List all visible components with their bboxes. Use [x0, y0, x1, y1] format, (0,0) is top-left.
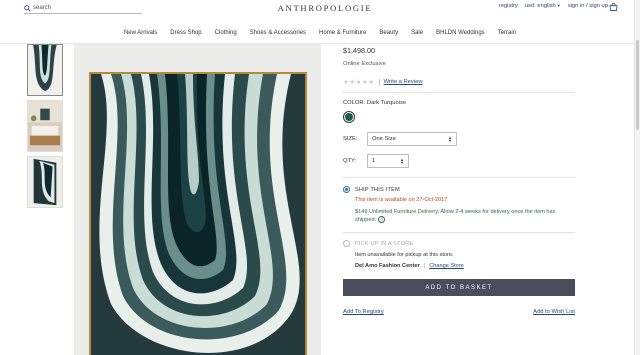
- nav-home-furniture[interactable]: Home & Furniture: [313, 30, 373, 36]
- chevron-down-icon: ▼: [556, 3, 561, 8]
- store-separator: |: [423, 263, 426, 269]
- radio-dot: [345, 188, 348, 191]
- nav-bhldn-weddings[interactable]: BHLDN Weddings: [430, 30, 492, 36]
- thumbnail-1[interactable]: [27, 44, 63, 96]
- select-arrows-icon: ▲ ▼: [448, 135, 452, 143]
- thumbnail-list: [27, 44, 63, 212]
- size-select[interactable]: One Size ▲ ▼: [367, 132, 457, 146]
- star-rating-icon: ★★★★★: [343, 79, 375, 86]
- product-price: $1,498.00: [343, 46, 375, 55]
- registry-link[interactable]: registry: [499, 3, 518, 9]
- color-label: COLOR: Dark Turquoise: [343, 100, 407, 106]
- qty-value: 1: [372, 158, 376, 164]
- write-review-link[interactable]: Write a Review: [384, 79, 423, 85]
- add-to-registry-link[interactable]: Add To Registry: [343, 309, 384, 315]
- currency-label: usd: english: [524, 3, 556, 9]
- delivery-text: $149 Unlimited Furniture Delivery. Allow…: [355, 208, 577, 224]
- thumbnail-image: [28, 45, 62, 95]
- agate-artwork: [91, 74, 305, 355]
- nav-clothing[interactable]: Clothing: [208, 30, 243, 36]
- online-exclusive-label: Online Exclusive: [343, 61, 386, 67]
- site-header: search ANTHROPOLOGIE registry usd: engli…: [0, 0, 640, 44]
- pickup-radio-row[interactable]: PICK UP IN A STORE: [343, 240, 579, 247]
- size-row: SIZE: One Size ▲ ▼: [343, 132, 579, 146]
- scrollbar[interactable]: [634, 0, 640, 355]
- nav-dress-shop[interactable]: Dress Shop: [164, 30, 208, 36]
- shopping-bag-icon[interactable]: [609, 3, 618, 11]
- color-swatch-selected[interactable]: [343, 111, 355, 123]
- thumbnail-3[interactable]: [27, 156, 63, 208]
- brand-logo[interactable]: ANTHROPOLOGIE: [270, 3, 380, 13]
- divider: [343, 92, 575, 93]
- nav-new-arrivals[interactable]: New Arrivals: [117, 30, 163, 36]
- nav-beauty[interactable]: Beauty: [373, 30, 405, 36]
- qty-label: QTY:: [343, 158, 357, 164]
- nav-sale[interactable]: Sale: [405, 30, 430, 36]
- pickup-radio[interactable]: [343, 240, 350, 247]
- divider: [343, 232, 575, 233]
- size-value: One Size: [372, 136, 396, 142]
- rating-row: ★★★★★ Write a Review: [343, 78, 579, 86]
- ship-option: SHIP THIS ITEM This item is available on…: [343, 186, 579, 224]
- search-placeholder: search: [33, 5, 52, 11]
- store-row: Del Amo Fashion Center | Change Store: [355, 263, 579, 269]
- qty-row: QTY: 1 ▲ ▼: [343, 154, 579, 168]
- ship-radio[interactable]: [343, 186, 350, 193]
- pickup-option: PICK UP IN A STORE Item unavailable for …: [343, 240, 579, 269]
- add-to-basket-button[interactable]: ADD TO BASKET: [343, 279, 575, 296]
- utility-links: registry usd: english▼ sign in / sign up: [499, 3, 608, 9]
- store-name: Del Amo Fashion Center: [355, 263, 420, 269]
- framed-agate-art: [89, 72, 307, 355]
- divider: [343, 177, 575, 178]
- swatch-dark-turquoise: [345, 113, 353, 121]
- ship-radio-row[interactable]: SHIP THIS ITEM: [343, 186, 579, 193]
- help-icon[interactable]: ?: [378, 216, 386, 224]
- pickup-note: Item unavailable for pickup at this stor…: [355, 252, 454, 258]
- secondary-actions: Add To Registry Add to Wish List: [343, 309, 575, 315]
- search-input[interactable]: search: [24, 3, 142, 14]
- thumbnail-image: [28, 157, 62, 207]
- availability-text: This item is available on 27-Oct-2017: [355, 197, 448, 203]
- select-arrows-icon: ▲ ▼: [400, 157, 404, 165]
- product-details: $1,498.00 Online Exclusive ★★★★★ Write a…: [343, 44, 579, 315]
- search-icon: [24, 4, 31, 12]
- nav-shoes-accessories[interactable]: Shoes & Accessories: [243, 30, 312, 36]
- divider: [378, 78, 380, 86]
- thumbnail-image: [28, 101, 62, 151]
- thumbnail-2[interactable]: [27, 100, 63, 152]
- delivery-message: $149 Unlimited Furniture Delivery. Allow…: [355, 209, 556, 223]
- change-store-link[interactable]: Change Store: [429, 263, 464, 269]
- scrollbar-thumb[interactable]: [636, 40, 639, 130]
- pickup-title: PICK UP IN A STORE: [355, 240, 414, 247]
- product-image[interactable]: [74, 44, 321, 355]
- main-nav: New Arrivals Dress Shop Clothing Shoes &…: [0, 30, 640, 36]
- add-to-wishlist-link[interactable]: Add to Wish List: [533, 309, 575, 315]
- ship-title: SHIP THIS ITEM: [355, 186, 400, 193]
- size-label: SIZE:: [343, 136, 358, 142]
- sign-in-link[interactable]: sign in / sign up: [568, 3, 608, 9]
- qty-select[interactable]: 1 ▲ ▼: [367, 154, 409, 168]
- nav-terrain[interactable]: Terrain: [491, 30, 522, 36]
- currency-selector[interactable]: usd: english▼: [525, 3, 561, 9]
